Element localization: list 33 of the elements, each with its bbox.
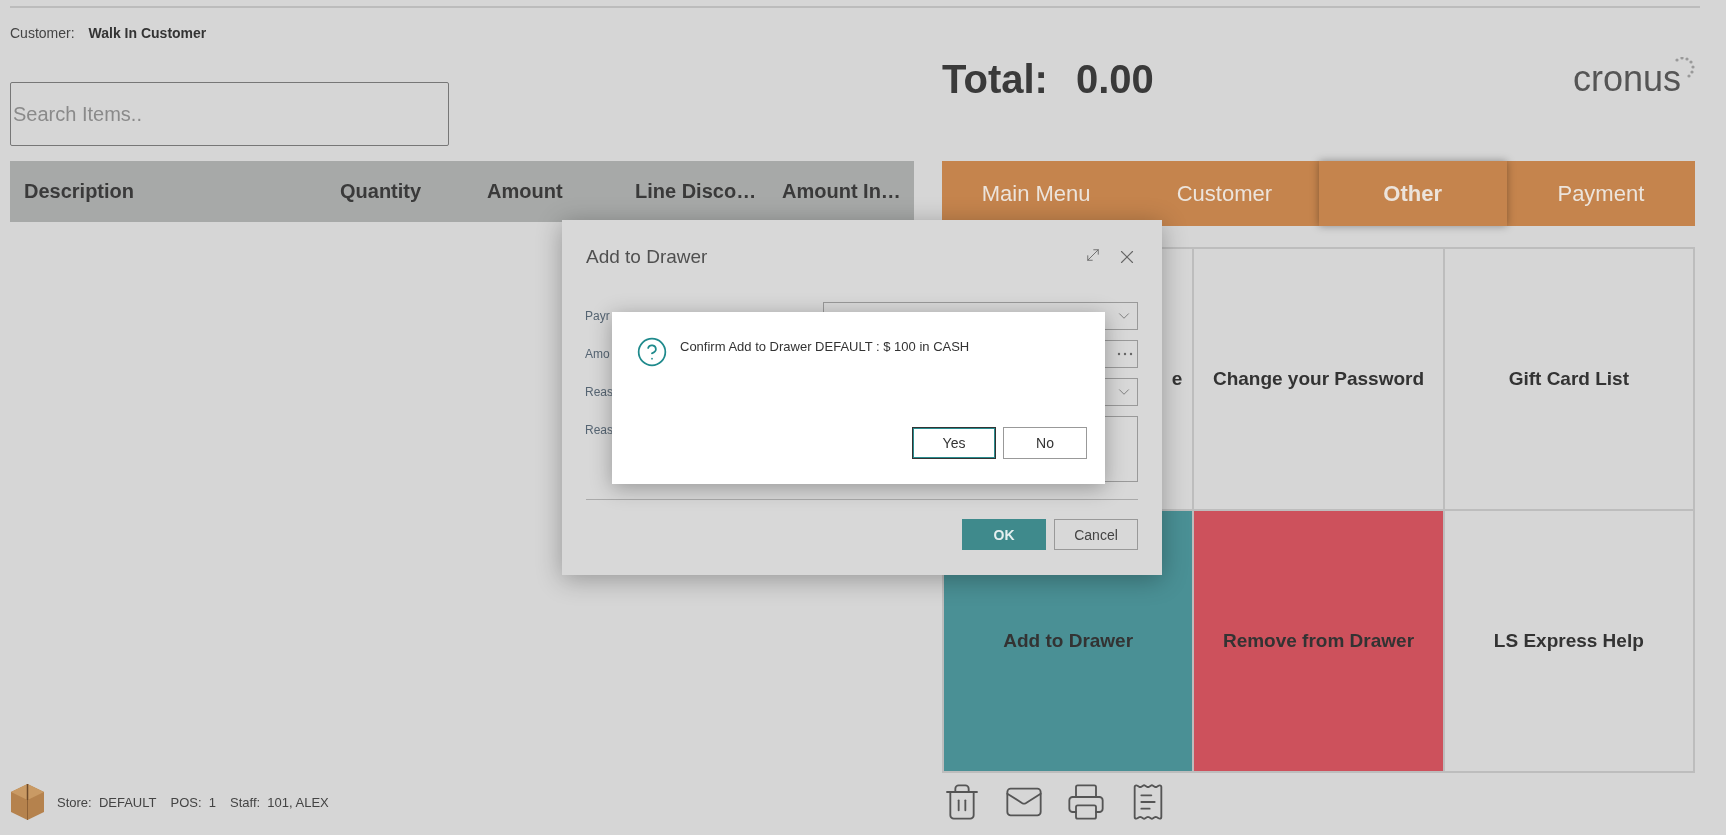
status-text: Store: DEFAULT: [57, 795, 157, 810]
menu-tile[interactable]: Change your Password: [1193, 248, 1444, 510]
field-label: Amo: [585, 347, 610, 361]
column-header[interactable]: Amount: [487, 180, 635, 203]
field-label: Payr: [585, 309, 610, 323]
status-text: Staff: 101, ALEX: [230, 795, 329, 810]
cancel-button[interactable]: Cancel: [1054, 519, 1138, 550]
dialog-title: Add to Drawer: [586, 246, 708, 268]
printer-icon[interactable]: [1066, 782, 1106, 822]
customer-name: Walk In Customer: [88, 25, 207, 41]
no-button[interactable]: No: [1003, 427, 1087, 459]
column-header[interactable]: Quantity: [340, 180, 487, 203]
yes-button[interactable]: Yes: [912, 427, 996, 459]
column-header[interactable]: Amount In…: [782, 180, 928, 203]
tab[interactable]: Other: [1318, 161, 1507, 226]
status-text: POS: 1: [170, 795, 216, 810]
menu-tile[interactable]: Gift Card List: [1443, 248, 1694, 510]
menu-tile[interactable]: LS Express Help: [1443, 510, 1694, 772]
total-label: Total:: [942, 59, 1048, 99]
confirm-message: Confirm Add to Drawer DEFAULT : $ 100 in CASH: [680, 339, 970, 354]
field-label: Reas: [585, 423, 613, 437]
question-icon: [636, 336, 668, 368]
column-header[interactable]: Description: [24, 180, 340, 203]
customer-label: Customer:: [10, 25, 75, 41]
more-icon[interactable]: [1117, 352, 1133, 356]
ok-button[interactable]: OK: [962, 519, 1046, 550]
box-icon: [10, 783, 45, 821]
logo-text: cronus: [1572, 61, 1681, 97]
menu-tile[interactable]: Remove from Drawer: [1193, 510, 1444, 772]
search-field[interactable]: Search Items..: [10, 82, 449, 146]
field-label: Reas: [585, 385, 613, 399]
total-value: 0.00: [1075, 59, 1154, 99]
column-header[interactable]: Line Disco…: [635, 180, 782, 203]
